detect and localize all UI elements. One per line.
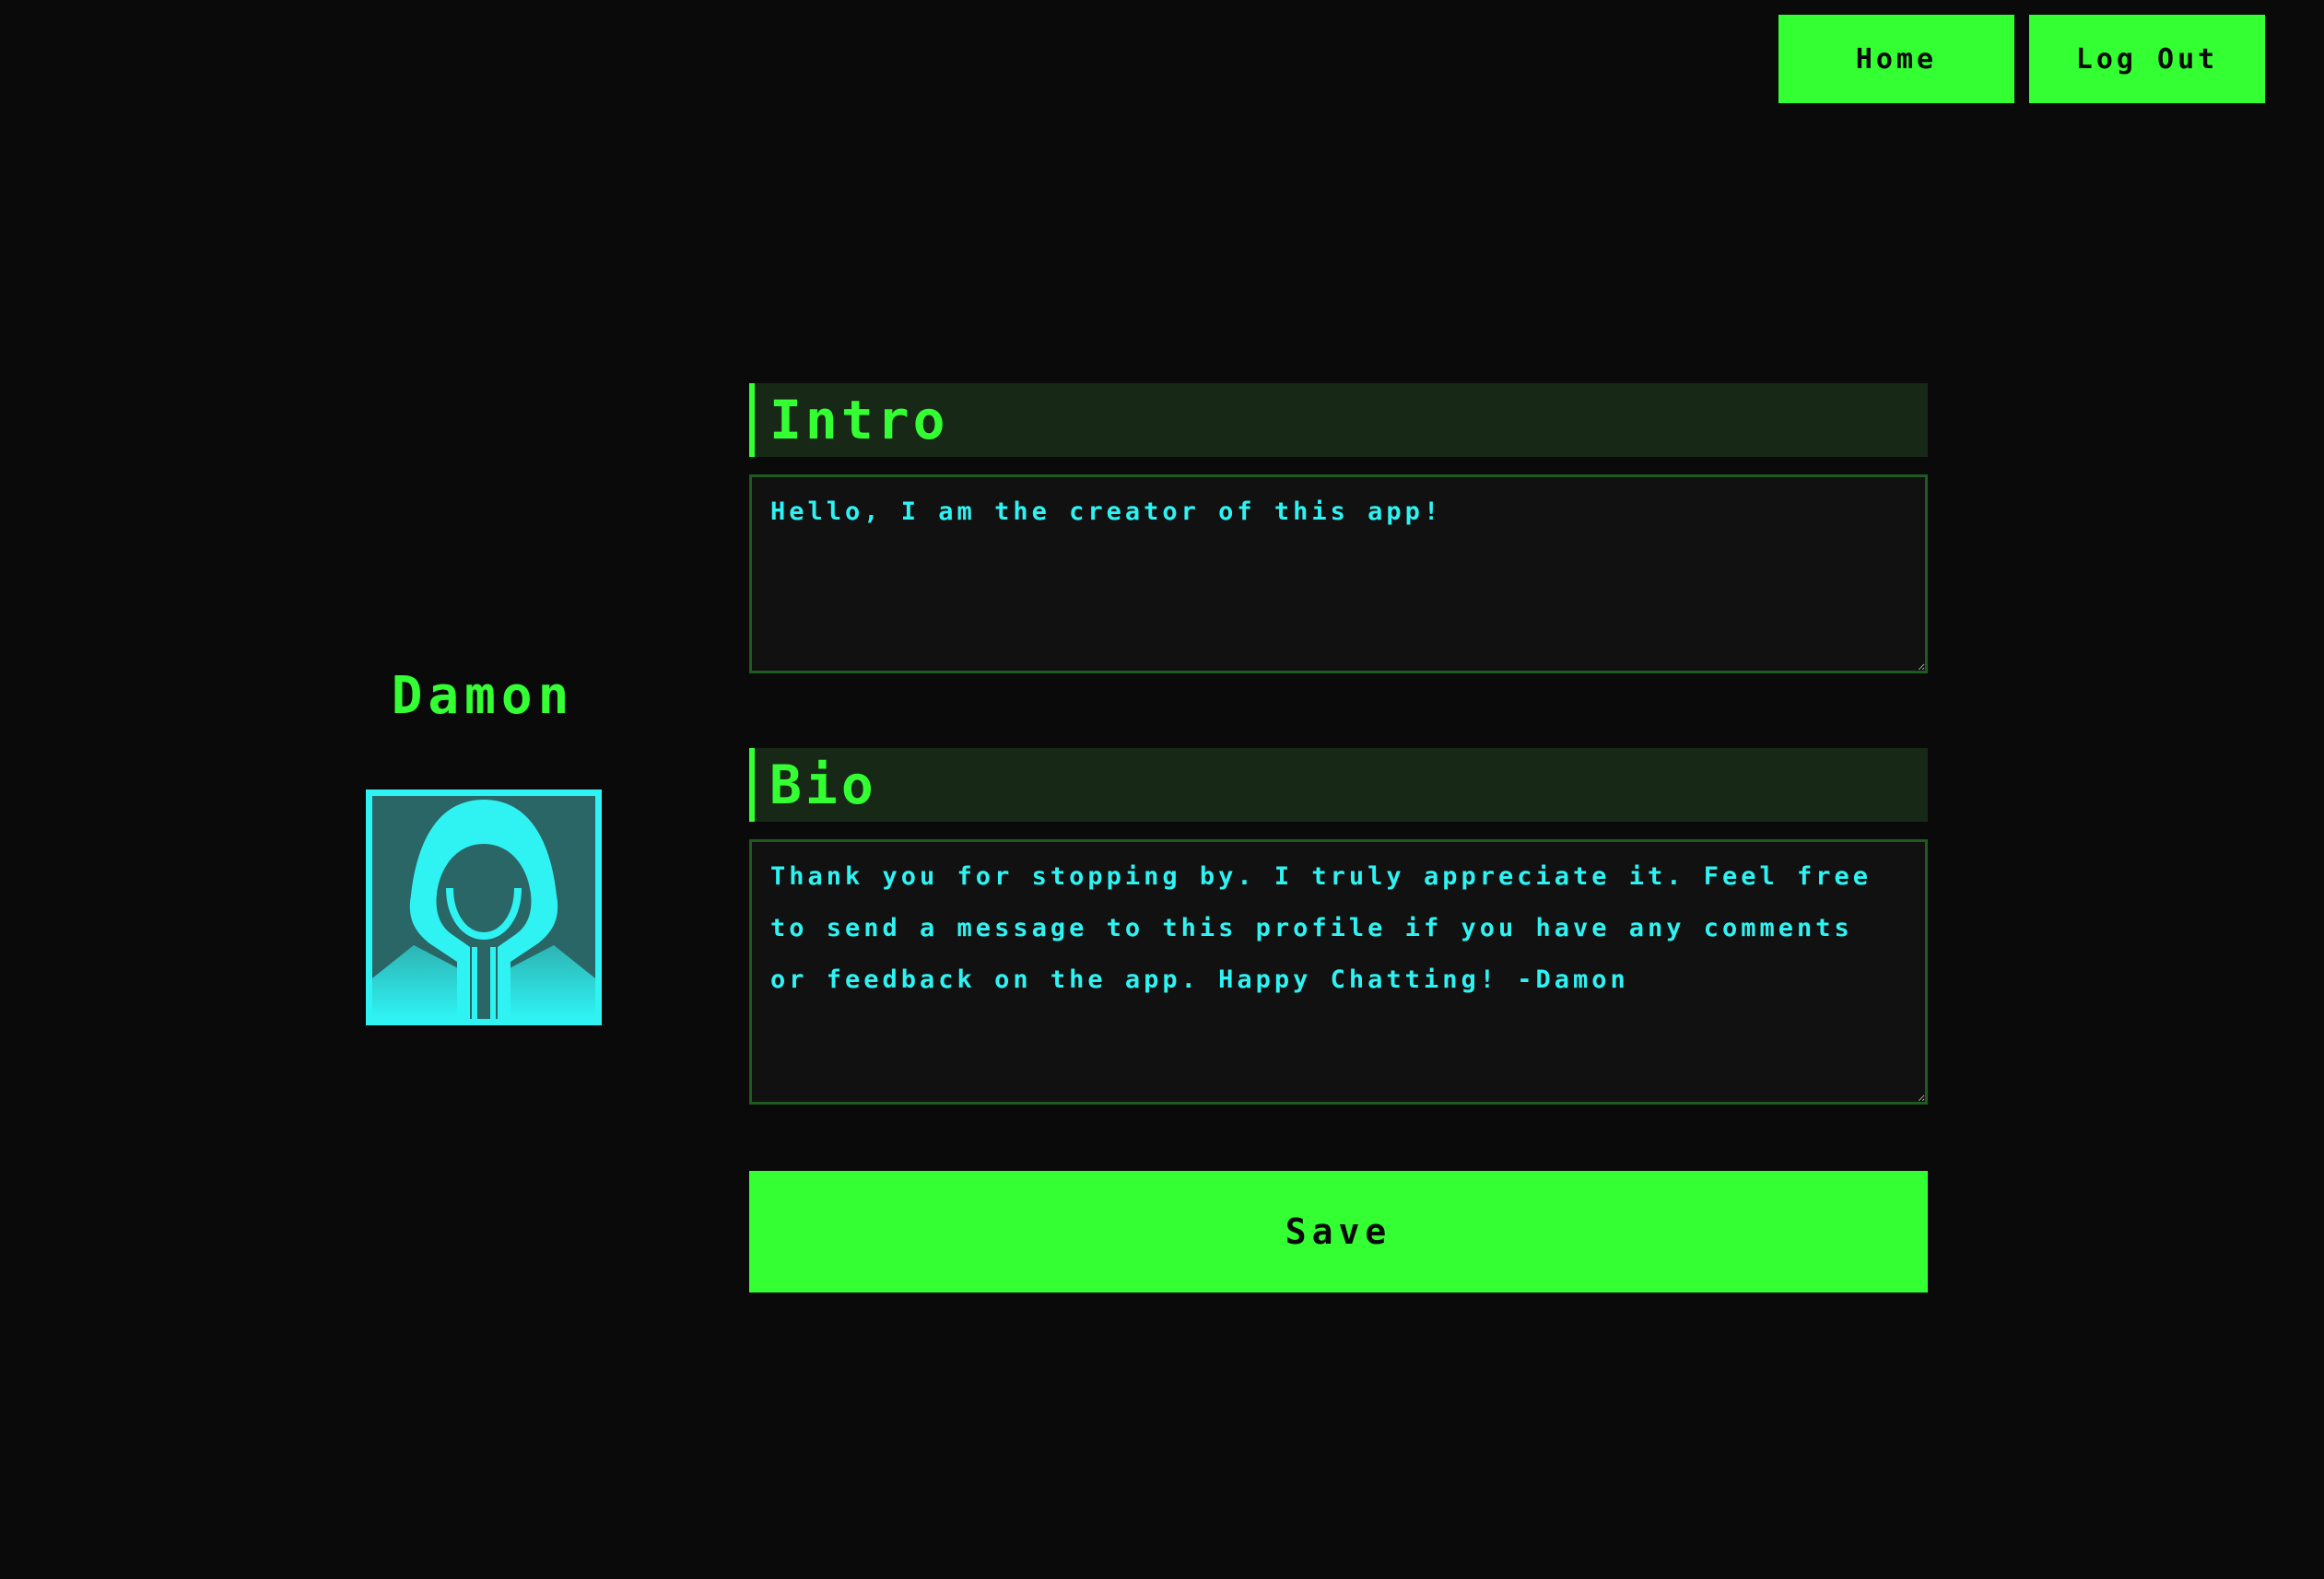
intro-heading: Intro xyxy=(749,383,1928,457)
intro-textarea[interactable]: Hello, I am the creator of this app! xyxy=(749,474,1928,673)
bio-heading: Bio xyxy=(749,748,1928,822)
logout-button[interactable]: Log Out xyxy=(2029,15,2265,103)
avatar xyxy=(366,790,602,1025)
profile-name: Damon xyxy=(391,666,575,726)
home-button[interactable]: Home xyxy=(1778,15,2014,103)
save-button[interactable]: Save xyxy=(749,1171,1928,1292)
hooded-figure-icon xyxy=(372,796,595,1019)
bio-textarea[interactable]: Thank you for stopping by. I truly appre… xyxy=(749,839,1928,1105)
